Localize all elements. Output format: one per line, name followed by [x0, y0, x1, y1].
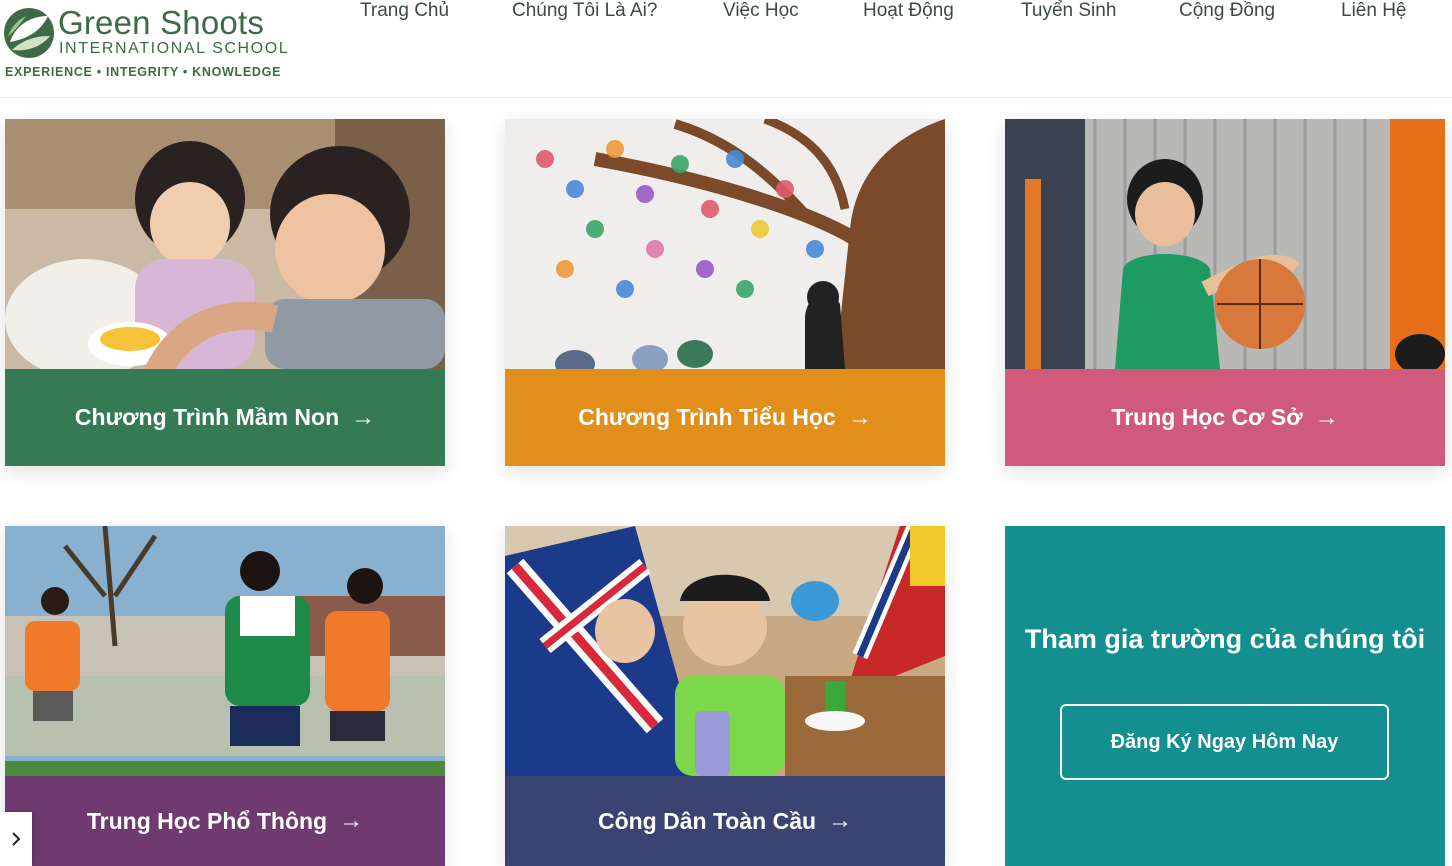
program-card-primary[interactable]: Chương Trình Tiểu Học →: [505, 119, 945, 466]
handprint-tree-mural-photo: [505, 119, 945, 369]
girls-football-photo: [5, 526, 445, 776]
nav-item-learning[interactable]: Việc Học: [723, 0, 799, 26]
nav-item-admissions[interactable]: Tuyển Sinh: [1021, 0, 1116, 26]
logo-name: Green Shoots: [58, 4, 265, 41]
school-logo[interactable]: Green Shoots INTERNATIONAL SCHOOL EXPERI…: [0, 2, 290, 92]
nav-item-about[interactable]: Chúng Tôi Là Ai?: [512, 0, 657, 26]
program-label: Trung Học Phổ Thông: [86, 807, 328, 834]
site-header: Green Shoots INTERNATIONAL SCHOOL EXPERI…: [0, 0, 1452, 98]
child-with-flags-photo: [505, 526, 945, 776]
program-link-preschool[interactable]: Chương Trình Mầm Non →: [5, 369, 445, 466]
program-label: Trung Học Cơ Sở: [1111, 404, 1303, 430]
arrow-right-icon: →: [828, 807, 853, 834]
register-now-button[interactable]: Đăng Ký Ngay Hôm Nay: [1060, 704, 1389, 780]
program-card-global-citizen[interactable]: Công Dân Toàn Cầu →: [505, 526, 945, 866]
nav-item-community[interactable]: Cộng Đồng: [1179, 0, 1275, 26]
children-eating-photo: [5, 119, 445, 369]
join-school-panel: Tham gia trường của chúng tôi Đăng Ký Ng…: [1005, 526, 1445, 866]
logo-subtitle: INTERNATIONAL SCHOOL: [59, 40, 290, 57]
nav-item-home[interactable]: Trang Chủ: [360, 0, 449, 26]
boy-basketball-photo: [1005, 119, 1445, 369]
nav-item-activities[interactable]: Hoạt Động: [863, 0, 954, 26]
chevron-right-icon: [12, 832, 21, 846]
logo-tagline: EXPERIENCE • INTEGRITY • KNOWLEDGE: [5, 65, 282, 79]
arrow-right-icon: →: [339, 807, 364, 834]
side-panel-toggle[interactable]: [0, 812, 32, 866]
program-label: Chương Trình Tiểu Học: [578, 404, 836, 430]
program-link-upper-secondary[interactable]: Trung Học Phổ Thông →: [5, 776, 445, 866]
program-card-preschool[interactable]: Chương Trình Mầm Non →: [5, 119, 445, 466]
join-title: Tham gia trường của chúng tôi: [1024, 624, 1426, 654]
program-link-primary[interactable]: Chương Trình Tiểu Học →: [505, 369, 945, 466]
program-card-upper-secondary[interactable]: Trung Học Phổ Thông →: [5, 526, 445, 866]
program-link-global-citizen[interactable]: Công Dân Toàn Cầu →: [505, 776, 945, 866]
arrow-right-icon: →: [1314, 403, 1339, 431]
leaf-logo-icon: [4, 8, 54, 58]
program-label: Chương Trình Mầm Non: [74, 404, 340, 430]
program-link-lower-secondary[interactable]: Trung Học Cơ Sở →: [1005, 369, 1445, 466]
nav-item-contact[interactable]: Liên Hệ: [1341, 0, 1407, 26]
arrow-right-icon: →: [847, 403, 872, 431]
arrow-right-icon: →: [351, 403, 376, 431]
program-card-lower-secondary[interactable]: Trung Học Cơ Sở →: [1005, 119, 1445, 466]
program-label: Công Dân Toàn Cầu: [597, 807, 817, 834]
